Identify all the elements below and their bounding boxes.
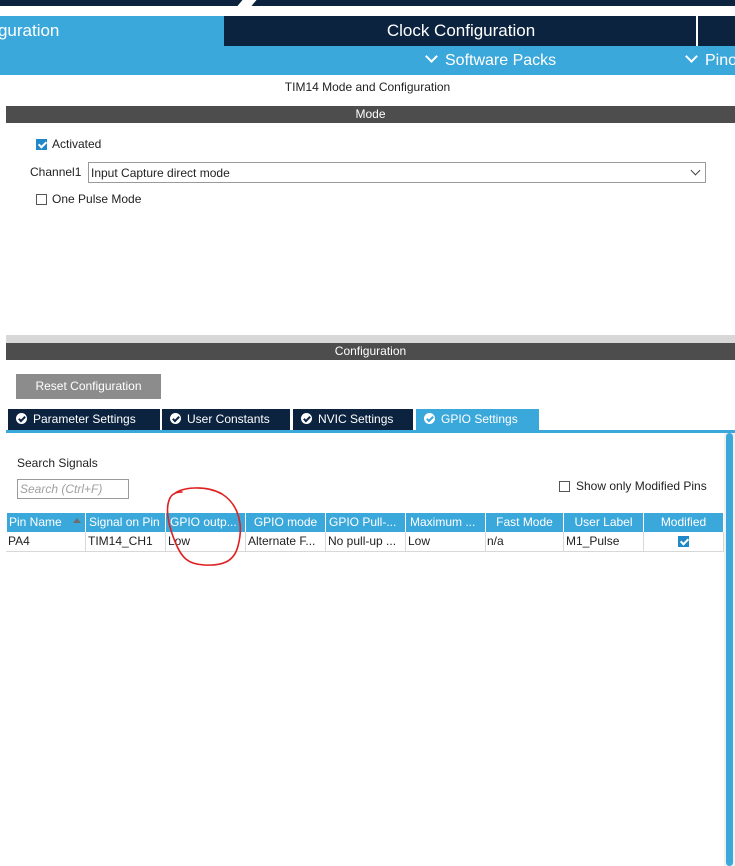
- tab-clock-label: Clock Configuration: [386, 21, 536, 40]
- activated-label: Activated: [52, 137, 102, 151]
- column-header-label: Modified: [660, 515, 707, 529]
- channel1-select[interactable]: Input Capture direct mode: [88, 162, 706, 183]
- one-pulse-label: One Pulse Mode: [52, 192, 142, 206]
- vertical-scrollbar[interactable]: [724, 433, 735, 866]
- tab-gpio-settings-label: GPIO Settings: [441, 412, 518, 426]
- chevron-down-icon: [685, 50, 698, 63]
- column-header-label: User Label: [574, 515, 633, 529]
- tab-pinout-configuration[interactable]: nfiguration: [0, 16, 224, 46]
- tab-user-constants-label: User Constants: [187, 412, 270, 426]
- cell-pin-name[interactable]: PA4: [7, 532, 86, 551]
- check-circle-icon: [424, 413, 435, 424]
- column-header-label: Pin Name: [9, 515, 62, 529]
- tab-user-constants[interactable]: User Constants: [162, 409, 290, 430]
- column-header-gpio-output[interactable]: GPIO outp...: [166, 513, 246, 532]
- main-tab-bar: nfiguration Clock Configuration: [0, 16, 735, 46]
- cell-modified[interactable]: [644, 532, 724, 551]
- mode-area: [6, 123, 735, 335]
- column-header-label: Signal on Pin: [89, 515, 160, 529]
- column-header-gpio-mode[interactable]: GPIO mode: [246, 513, 326, 532]
- mode-section-header: Mode: [6, 106, 735, 123]
- check-circle-icon: [16, 413, 27, 424]
- scrollbar-thumb[interactable]: [726, 433, 733, 866]
- panel-title: TIM14 Mode and Configuration: [284, 80, 451, 94]
- show-modified-label: Show only Modified Pins: [576, 479, 707, 493]
- cell-gpio-output[interactable]: Low: [166, 532, 246, 551]
- channel1-label: Channel1: [30, 165, 82, 179]
- software-packs-label: Software Packs: [445, 52, 557, 69]
- column-header-label: GPIO mode: [253, 515, 318, 529]
- cell-gpio-pull[interactable]: No pull-up ...: [326, 532, 406, 551]
- column-header-signal[interactable]: Signal on Pin: [86, 513, 166, 532]
- tab-gpio-settings[interactable]: GPIO Settings: [416, 409, 539, 430]
- configuration-section-header: Configuration: [6, 343, 735, 360]
- column-header-user-label[interactable]: User Label: [564, 513, 644, 532]
- section-divider: [6, 335, 735, 343]
- tab-clock-configuration[interactable]: Clock Configuration: [226, 16, 696, 46]
- column-header-label: GPIO Pull-...: [329, 515, 397, 529]
- top-strip: [0, 0, 735, 16]
- column-header-label: Fast Mode: [496, 515, 553, 529]
- software-packs-menu[interactable]: Software Packs: [425, 46, 557, 75]
- column-header-pin-name[interactable]: Pin Name: [7, 513, 86, 532]
- activated-checkbox[interactable]: [36, 139, 47, 150]
- column-header-modified[interactable]: Modified: [644, 513, 724, 532]
- tab-nvic-settings-label: NVIC Settings: [318, 412, 394, 426]
- column-header-label: Maximum ...: [410, 515, 476, 529]
- search-signals-label: Search Signals: [17, 456, 98, 470]
- cell-signal[interactable]: TIM14_CH1: [86, 532, 166, 551]
- chevron-down-icon: [425, 50, 438, 63]
- cell-maximum[interactable]: Low: [406, 532, 486, 551]
- cell-fast-mode[interactable]: n/a: [486, 532, 564, 551]
- column-header-maximum[interactable]: Maximum ...: [406, 513, 486, 532]
- column-header-label: GPIO outp...: [170, 515, 237, 529]
- tab-parameter-settings[interactable]: Parameter Settings: [8, 409, 160, 430]
- modified-checkbox[interactable]: [678, 536, 689, 547]
- search-signals-input[interactable]: [17, 479, 129, 499]
- channel1-value: Input Capture direct mode: [91, 166, 230, 180]
- tab-nvic-settings[interactable]: NVIC Settings: [293, 409, 413, 430]
- pinout-menu-label: Pino: [705, 52, 735, 69]
- cell-gpio-mode[interactable]: Alternate F...: [246, 532, 326, 551]
- column-header-gpio-pull[interactable]: GPIO Pull-...: [326, 513, 406, 532]
- check-circle-icon: [301, 413, 312, 424]
- pinout-menu[interactable]: Pino: [685, 46, 735, 75]
- sort-ascending-icon: [73, 518, 81, 523]
- tab-parameter-settings-label: Parameter Settings: [33, 412, 136, 426]
- tab-separator: [696, 16, 698, 46]
- chevron-down-icon: [690, 165, 701, 176]
- cell-user-label[interactable]: M1_Pulse: [564, 532, 644, 551]
- show-modified-checkbox[interactable]: [559, 481, 570, 492]
- top-strip-bar: [0, 0, 735, 6]
- tab-pinout-label: nfiguration: [0, 21, 60, 40]
- column-header-fast-mode[interactable]: Fast Mode: [486, 513, 564, 532]
- reset-configuration-button[interactable]: Reset Configuration: [16, 374, 161, 399]
- one-pulse-checkbox[interactable]: [36, 194, 47, 205]
- row-divider: [6, 551, 724, 552]
- sub-menu-bar: Software Packs Pino: [0, 46, 735, 75]
- check-circle-icon: [170, 413, 181, 424]
